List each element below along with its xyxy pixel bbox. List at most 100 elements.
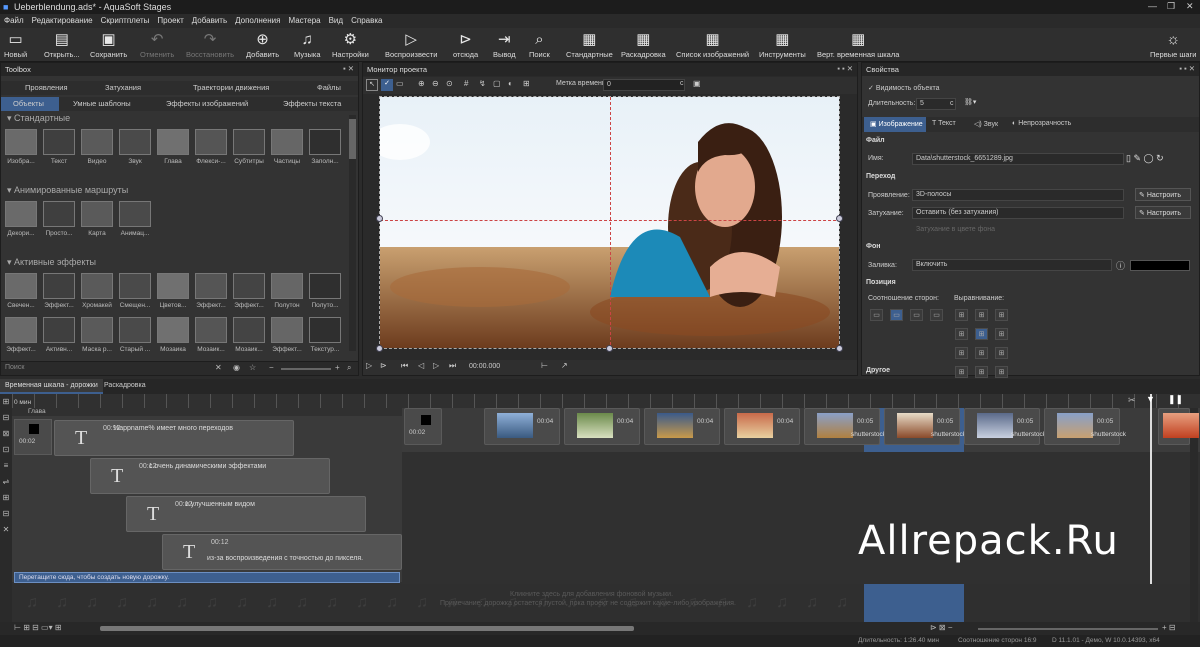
play-from-icon[interactable]: ⊳ bbox=[380, 361, 387, 370]
image-clip[interactable]: 00:04 bbox=[484, 408, 560, 445]
tab-fades[interactable]: Затухания bbox=[105, 83, 141, 92]
image-clip[interactable]: 00:05 shutterstock bbox=[884, 408, 966, 445]
open-button[interactable]: ▤ Открыть... bbox=[44, 30, 80, 59]
timeline-zoom-icons[interactable]: ⊳ ⊠ − bbox=[930, 623, 953, 632]
zoom-in-icon[interactable]: + ⊟ bbox=[1162, 623, 1176, 632]
resize-handle[interactable] bbox=[836, 345, 843, 352]
image-clip[interactable]: 00:02 bbox=[404, 408, 442, 445]
appear-configure-button[interactable]: ✎ Настроить bbox=[1135, 188, 1191, 201]
toolbox-item-tile[interactable] bbox=[81, 273, 113, 299]
image-clip[interactable]: 00:05 shutterstock bbox=[964, 408, 1046, 445]
timeline-tool-icon[interactable]: ⊡ bbox=[0, 442, 12, 458]
align-option-button[interactable]: ⊞ bbox=[995, 309, 1008, 321]
scissors-icon[interactable]: ✂ bbox=[1128, 395, 1136, 406]
image-clip[interactable]: 00:04 bbox=[564, 408, 640, 445]
menu-project[interactable]: Проект bbox=[153, 14, 187, 25]
layout-storyboard-button[interactable]: ▦ Раскадровка bbox=[621, 30, 666, 59]
tab-storyboard[interactable]: Раскадровка bbox=[104, 382, 146, 389]
toolbox-item-tile[interactable] bbox=[195, 273, 227, 299]
section-standard[interactable]: ▾ Стандартные bbox=[7, 113, 70, 124]
layout-vertical-timeline-button[interactable]: ▦ Верт. временная шкала bbox=[817, 30, 899, 59]
fade-select[interactable]: Оставить (без затухания) bbox=[912, 207, 1124, 219]
toolbox-item-tile[interactable] bbox=[233, 317, 265, 343]
toolbox-item-tile[interactable] bbox=[271, 317, 303, 343]
pan-tool-icon[interactable]: ✓ bbox=[381, 79, 393, 91]
toolbox-item-tile[interactable] bbox=[81, 317, 113, 343]
tab-motion-paths[interactable]: Траектории движения bbox=[193, 83, 269, 92]
align-option-button[interactable]: ⊞ bbox=[975, 309, 988, 321]
speed-icon[interactable]: ↗ bbox=[561, 361, 568, 370]
star-icon[interactable]: ☆ bbox=[249, 363, 256, 372]
text-clip[interactable]: T 00:12 с очень динамическими эффектами bbox=[90, 458, 330, 494]
prev-icon[interactable]: ⏮ bbox=[401, 361, 408, 371]
menu-view[interactable]: Вид bbox=[325, 14, 347, 25]
toolbox-item-tile[interactable] bbox=[157, 129, 189, 155]
toolbox-item-tile[interactable] bbox=[119, 201, 151, 227]
timeline-zoom-slider[interactable] bbox=[978, 628, 1158, 630]
output-button[interactable]: ⇥ Вывод bbox=[493, 30, 516, 59]
menu-add[interactable]: Добавить bbox=[188, 14, 231, 25]
menu-scriptlets[interactable]: Скриптплеты bbox=[97, 14, 154, 25]
align-option-button[interactable]: ⊞ bbox=[955, 366, 968, 378]
image-clip[interactable] bbox=[1158, 408, 1199, 445]
toolbox-item-tile[interactable] bbox=[5, 273, 37, 299]
undo-button[interactable]: ↶ Отменить bbox=[140, 30, 174, 59]
resize-handle[interactable] bbox=[376, 345, 383, 352]
timeline-tool-icon[interactable]: ⇌ bbox=[0, 474, 12, 490]
toolbox-item-tile[interactable] bbox=[195, 317, 227, 343]
toolbox-item-tile[interactable] bbox=[81, 129, 113, 155]
fade-color-checkbox[interactable]: Затухание в цвете фона bbox=[916, 226, 995, 233]
toolbox-item-tile[interactable] bbox=[271, 129, 303, 155]
menu-edit[interactable]: Редактирование bbox=[28, 14, 97, 25]
step-forward-icon[interactable]: ▷ bbox=[433, 361, 439, 370]
layout-tools-button[interactable]: ▦ Инструменты bbox=[759, 30, 806, 59]
marker-icon[interactable]: ⊢ bbox=[541, 361, 548, 370]
toolbox-scrollbar[interactable] bbox=[349, 115, 356, 351]
safe-area-icon[interactable]: ▢ bbox=[493, 79, 501, 88]
new-button[interactable]: ▭ Новый bbox=[4, 30, 27, 59]
align-option-button[interactable]: ⊞ bbox=[975, 347, 988, 359]
align-option-button[interactable]: ⊞ bbox=[955, 328, 968, 340]
first-clip[interactable]: 00:02 bbox=[14, 419, 52, 455]
panel-controls-icon[interactable]: ▪ ✕ bbox=[343, 64, 354, 73]
zoom-in-icon[interactable]: + bbox=[335, 363, 340, 372]
toolbox-search-input[interactable]: Поиск bbox=[5, 364, 24, 371]
timeline-tool-icon[interactable]: ⊟ bbox=[0, 506, 12, 522]
preview-canvas[interactable] bbox=[379, 96, 840, 349]
tab-smart-templates[interactable]: Умные шаблоны bbox=[73, 99, 131, 108]
align-option-button[interactable]: ⊞ bbox=[975, 366, 988, 378]
first-steps-button[interactable]: ☼ Первые шаги bbox=[1150, 30, 1196, 59]
aspect-option-button[interactable]: ▭ bbox=[890, 309, 903, 321]
search-icon[interactable]: ⌕ bbox=[347, 363, 351, 373]
visibility-checkbox[interactable]: ✓ Видимость объекта bbox=[868, 84, 940, 92]
toolbox-item-tile[interactable] bbox=[43, 273, 75, 299]
menu-file[interactable]: Файл bbox=[0, 14, 28, 25]
toolbox-item-tile[interactable] bbox=[309, 129, 341, 155]
align-option-button[interactable]: ⊞ bbox=[995, 347, 1008, 359]
menu-addons[interactable]: Дополнения bbox=[231, 14, 284, 25]
step-back-icon[interactable]: ◁ bbox=[418, 361, 424, 370]
eye-icon[interactable]: ◉ bbox=[233, 363, 240, 372]
tab-appearances[interactable]: Проявления bbox=[25, 83, 68, 92]
filename-field[interactable]: Data\shutterstock_6651289.jpg bbox=[912, 153, 1124, 165]
link-icon[interactable]: ⛓▾ bbox=[964, 98, 976, 106]
text-clip[interactable]: T 00:12 из-за воспроизведения с точностью … bbox=[162, 534, 402, 570]
play-button[interactable]: ▷ Воспроизвести bbox=[385, 30, 437, 59]
align-option-button[interactable]: ⊞ bbox=[975, 328, 988, 340]
timeline-vscroll[interactable] bbox=[1190, 408, 1198, 626]
timeline-tool-icon[interactable]: ≡ bbox=[0, 458, 12, 474]
new-track-dropzone[interactable]: Перетащите сюда, чтобы создать новую дор… bbox=[14, 572, 400, 583]
toolbox-item-tile[interactable] bbox=[157, 273, 189, 299]
add-button[interactable]: ⊕ Добавить bbox=[246, 30, 279, 59]
settings-button[interactable]: ⚙ Настройки bbox=[332, 30, 369, 59]
panel-controls-icon[interactable]: ▪ ▪ ✕ bbox=[1179, 64, 1195, 73]
tab-image-effects[interactable]: Эффекты изображений bbox=[166, 99, 248, 108]
aspect-option-button[interactable]: ▭ bbox=[870, 309, 883, 321]
menu-wizards[interactable]: Мастера bbox=[284, 14, 324, 25]
text-clip[interactable]: T 00:12 и улучшенным видом bbox=[126, 496, 366, 532]
toolbox-item-tile[interactable] bbox=[233, 129, 265, 155]
toolbox-item-tile[interactable] bbox=[43, 129, 75, 155]
next-icon[interactable]: ⏭ bbox=[449, 361, 456, 371]
zoom-in-icon[interactable]: ⊕ bbox=[418, 79, 425, 88]
toolbox-item-tile[interactable] bbox=[5, 129, 37, 155]
